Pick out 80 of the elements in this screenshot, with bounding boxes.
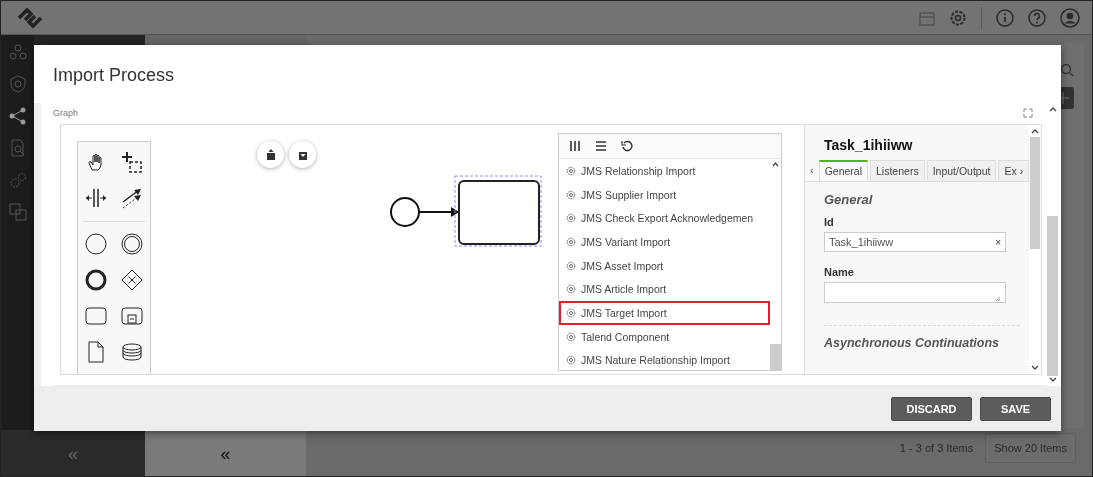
properties-tab[interactable]: Input/Output	[926, 160, 997, 181]
network-icon	[8, 43, 27, 61]
scroll-up-icon	[770, 159, 781, 169]
menu-item[interactable]: JMS Nature Relationship Import	[559, 348, 770, 370]
pagination-summary: 1 - 3 of 3 Items	[899, 442, 974, 454]
name-field[interactable]	[824, 282, 1006, 303]
menu-item[interactable]: JMS Asset Import	[559, 253, 770, 278]
menu-item[interactable]: JMS Supplier Import	[559, 182, 770, 207]
dialog-title: Import Process	[53, 65, 175, 85]
start-event-icon	[85, 233, 107, 255]
task-icon	[85, 307, 107, 325]
section-title: Asynchronous Continuations	[824, 336, 1000, 350]
data-store-icon	[122, 343, 142, 361]
gear-icon	[566, 189, 576, 200]
gear-icon	[566, 284, 576, 295]
gear-icon	[566, 213, 576, 224]
scroll-down-icon	[1047, 376, 1058, 384]
gear-icon	[566, 260, 576, 271]
gear-icon	[566, 331, 576, 342]
gear-icon	[566, 355, 576, 366]
fullscreen-icon	[1023, 108, 1033, 118]
end-event-icon	[85, 269, 107, 291]
element-id-title: Task_1ihiiww	[824, 137, 913, 153]
gear-icon	[566, 236, 576, 247]
scrollbar-thumb[interactable]	[1030, 137, 1040, 249]
menu-item[interactable]: JMS Relationship Import	[559, 159, 770, 183]
menu-item[interactable]: Talend Component	[559, 324, 770, 349]
shield-icon	[8, 75, 27, 93]
graph-label: Graph	[53, 108, 78, 118]
scroll-up-icon	[1047, 105, 1058, 113]
share-nodes-icon	[8, 107, 27, 125]
data-object-icon	[88, 341, 104, 363]
properties-tab[interactable]: Ex ›	[998, 160, 1029, 181]
help-icon	[1028, 8, 1046, 27]
info-icon	[996, 8, 1014, 27]
dialog-button[interactable]: SAVE	[980, 396, 1051, 421]
id-field[interactable]: Task_1ihiiww ×	[824, 232, 1006, 252]
properties-tab[interactable]: Listeners	[870, 160, 925, 181]
scroll-down-icon	[1030, 364, 1040, 372]
dialog-button[interactable]: DISCARD	[891, 396, 972, 421]
upload-icon	[265, 149, 276, 160]
field-label: Name	[824, 266, 855, 278]
translate-icon	[8, 203, 27, 221]
properties-tab[interactable]: General	[818, 160, 869, 181]
collapse-arrows[interactable]: «	[220, 443, 231, 465]
refresh-icon	[621, 140, 633, 152]
resize-grip-icon	[995, 296, 1001, 302]
scrollbar-thumb[interactable]	[770, 344, 781, 370]
field-label: Id	[824, 216, 835, 228]
gear-icon	[566, 165, 576, 176]
tab-scroll-right[interactable]: ›	[1019, 165, 1024, 177]
start-event	[390, 197, 420, 227]
sequence-flow-arrow	[418, 207, 459, 217]
document-search-icon	[8, 139, 27, 157]
tab-scroll-left[interactable]: ‹	[807, 164, 817, 181]
menu-item[interactable]: JMS Variant Import	[559, 230, 770, 254]
list-icon	[595, 140, 607, 152]
download-icon	[297, 149, 308, 160]
logo-icon	[15, 6, 45, 29]
connect-tool-icon	[121, 187, 143, 209]
search-icon	[1060, 63, 1074, 77]
section-title: General	[824, 192, 874, 207]
gears-icon	[8, 171, 27, 189]
clear-icon[interactable]: ×	[995, 236, 1001, 248]
space-tool-icon	[85, 188, 107, 208]
export-button[interactable]	[257, 141, 284, 168]
subprocess-icon	[121, 307, 143, 325]
scrollbar-thumb[interactable]	[1047, 216, 1058, 376]
gear-icon	[566, 307, 576, 318]
menu-item[interactable]: JMS Check Export Acknowledgemen	[559, 206, 770, 231]
scroll-up-icon	[1030, 127, 1040, 135]
columns-icon	[569, 140, 581, 152]
menu-item[interactable]: JMS Target Import	[559, 301, 770, 325]
lasso-tool-icon	[121, 151, 143, 173]
settings-icon	[949, 8, 967, 27]
menu-item[interactable]: JMS Article Import	[559, 277, 770, 302]
gateway-icon	[121, 269, 143, 291]
import-button[interactable]	[289, 141, 316, 168]
user-avatar-icon	[1060, 7, 1080, 28]
intermediate-event-icon	[121, 233, 143, 255]
